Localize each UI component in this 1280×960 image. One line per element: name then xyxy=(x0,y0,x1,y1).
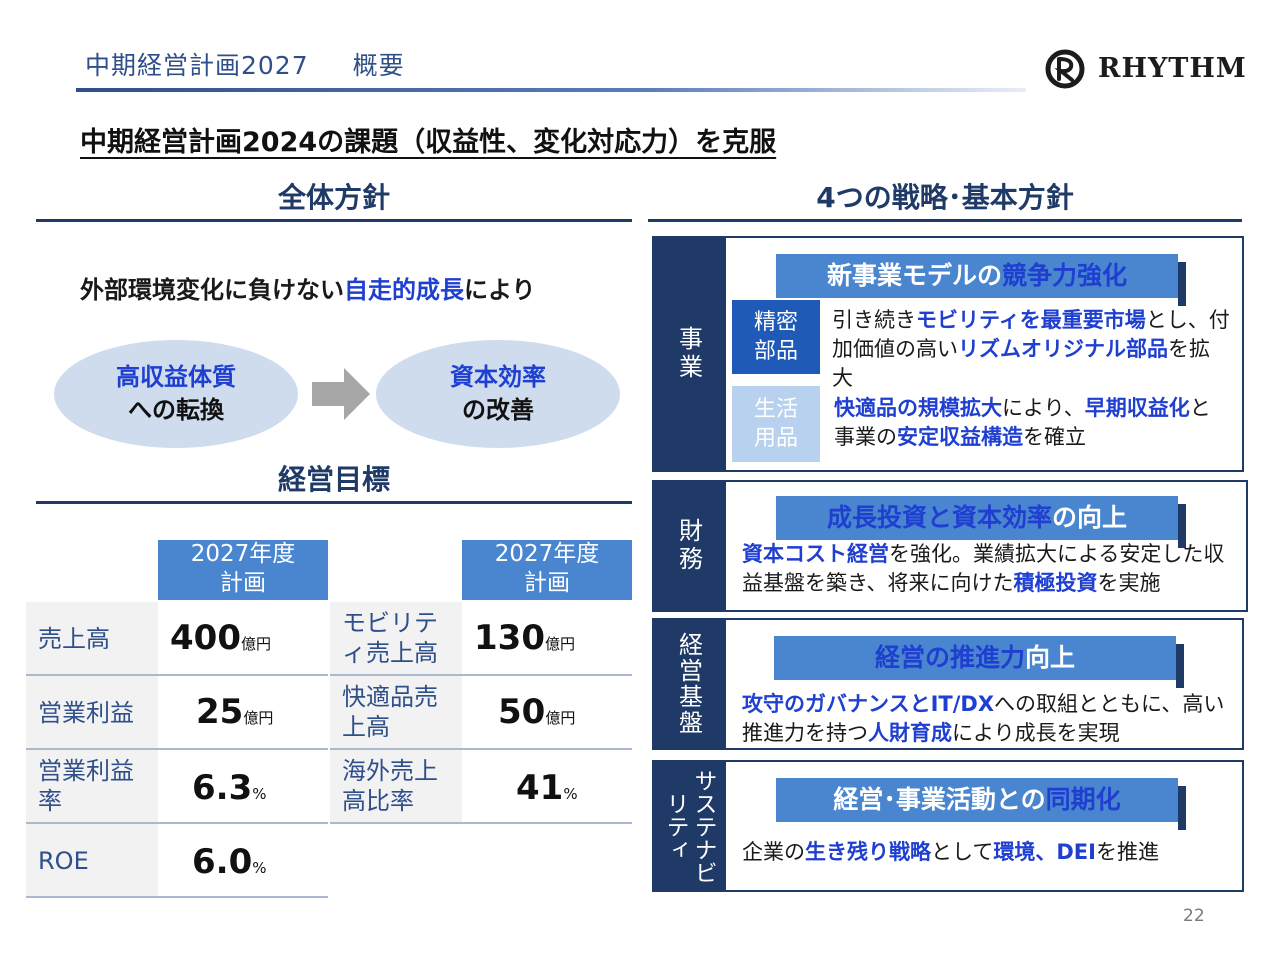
desc-highlight: 人財育成 xyxy=(868,721,952,745)
tag-living-goods: 生活用品 xyxy=(732,386,820,462)
page-number: 22 xyxy=(1183,906,1205,926)
desc-highlight: 早期収益化 xyxy=(1084,396,1190,420)
headline: 中期経営計画2024の課題（収益性、変化対応力）を克服 xyxy=(80,127,777,158)
desc-text: により成長を実現 xyxy=(952,721,1120,745)
strategy-heading: 4つの戦略･基本方針 xyxy=(816,181,1074,214)
desc-text: として xyxy=(931,840,994,864)
desc-management: 攻守のガバナンスとIT/DXへの取組とともに、高い推進力を持つ人財育成により成長… xyxy=(742,690,1228,748)
desc-text: を推進 xyxy=(1095,840,1159,864)
desc-highlight: 攻守のガバナンスとIT/DX xyxy=(742,692,995,716)
target-label-operating-margin: 営業利益率 xyxy=(38,757,134,815)
desc-text: を実施 xyxy=(1097,571,1161,595)
target-label-comfort-sales: 快適品売上高 xyxy=(342,683,438,741)
desc-text: 引き続き xyxy=(832,308,916,332)
target-label-operating-profit: 営業利益 xyxy=(38,699,134,727)
strategy-side-business: 事業 xyxy=(652,236,726,472)
goal-ellipse-profitability: 高収益体質 への転換 xyxy=(54,340,298,448)
sustainability-banner: 経営･事業活動との同期化 xyxy=(776,778,1186,830)
year-header-right: 2027年度 計画 xyxy=(462,540,632,600)
row-divider xyxy=(26,896,328,898)
desc-highlight: 資本コスト経営 xyxy=(742,542,889,566)
management-banner: 経営の推進力向上 xyxy=(774,636,1184,688)
desc-highlight: 積極投資 xyxy=(1013,571,1098,595)
strategy-rule xyxy=(648,219,1242,222)
desc-highlight: 安定収益構造 xyxy=(897,425,1023,449)
targets-heading: 経営目標 xyxy=(277,463,390,496)
policy-heading: 全体方針 xyxy=(277,181,390,214)
target-value-operating-profit: 25億円 xyxy=(196,692,274,732)
policy-highlight: 自走的成長 xyxy=(344,276,464,304)
row-divider xyxy=(330,748,632,750)
row-divider xyxy=(26,748,328,750)
goal-ellipse-capital-efficiency: 資本効率 の改善 xyxy=(376,340,620,448)
target-value-comfort-sales: 50億円 xyxy=(498,692,576,732)
desc-highlight: 快適品の規模拡大 xyxy=(834,396,1002,420)
row-divider xyxy=(330,674,632,676)
target-value-mobility-sales: 130億円 xyxy=(474,618,575,658)
target-value-overseas-ratio: 41% xyxy=(516,768,578,808)
policy-line: 外部環境変化に負けない自走的成長により xyxy=(80,276,536,304)
row-divider xyxy=(330,822,632,824)
desc-highlight: 生き残り戦略 xyxy=(805,840,931,864)
strategy-side-management: 経営基盤 xyxy=(652,618,726,750)
target-label-mobility-sales: モビリティ売上高 xyxy=(342,609,438,667)
desc-text: 企業の xyxy=(742,840,805,864)
desc-precision-parts: 引き続きモビリティを最重要市場とし、付加価値の高いリズムオリジナル部品を拡大 xyxy=(832,306,1230,393)
arrow-right-icon xyxy=(312,368,370,420)
header-subtitle: 概要 xyxy=(352,51,405,80)
desc-text: により、 xyxy=(1002,396,1085,420)
desc-highlight: リズムオリジナル部品 xyxy=(958,337,1168,361)
target-label-sales: 売上高 xyxy=(38,625,110,653)
header-rule xyxy=(76,88,1026,92)
target-label-overseas-ratio: 海外売上高比率 xyxy=(342,757,438,815)
desc-text: を確立 xyxy=(1023,425,1086,449)
finance-banner: 成長投資と資本効率の向上 xyxy=(776,496,1186,548)
row-divider xyxy=(26,674,328,676)
logo-text: RHYTHM xyxy=(1098,53,1247,84)
year-header-left: 2027年度 計画 xyxy=(158,540,328,600)
targets-rule xyxy=(36,501,632,504)
target-value-roe: 6.0% xyxy=(192,842,267,882)
target-label-roe: ROE xyxy=(38,847,89,875)
business-banner: 新事業モデルの競争力強化 xyxy=(776,254,1186,306)
header-title: 中期経営計画2027 概要 xyxy=(85,51,405,80)
target-value-operating-margin: 6.3% xyxy=(192,768,267,808)
desc-highlight: 環境、DEI xyxy=(993,840,1096,864)
desc-sustainability: 企業の生き残り戦略として環境、DEIを推進 xyxy=(742,838,1228,867)
target-value-sales: 400億円 xyxy=(170,618,271,658)
strategy-side-finance: 財務 xyxy=(652,480,726,612)
desc-highlight: モビリティを最重要市場 xyxy=(916,308,1146,332)
desc-living-goods: 快適品の規模拡大により、早期収益化と事業の安定収益構造を確立 xyxy=(834,394,1224,452)
strategy-side-sustainability: サステナビリティ xyxy=(652,760,726,892)
row-divider xyxy=(26,822,328,824)
tag-precision-parts: 精密部品 xyxy=(732,300,820,374)
desc-finance: 資本コスト経営を強化。業績拡大による安定した収益基盤を築き、将来に向けた積極投資… xyxy=(742,540,1226,598)
policy-rule xyxy=(36,219,632,222)
